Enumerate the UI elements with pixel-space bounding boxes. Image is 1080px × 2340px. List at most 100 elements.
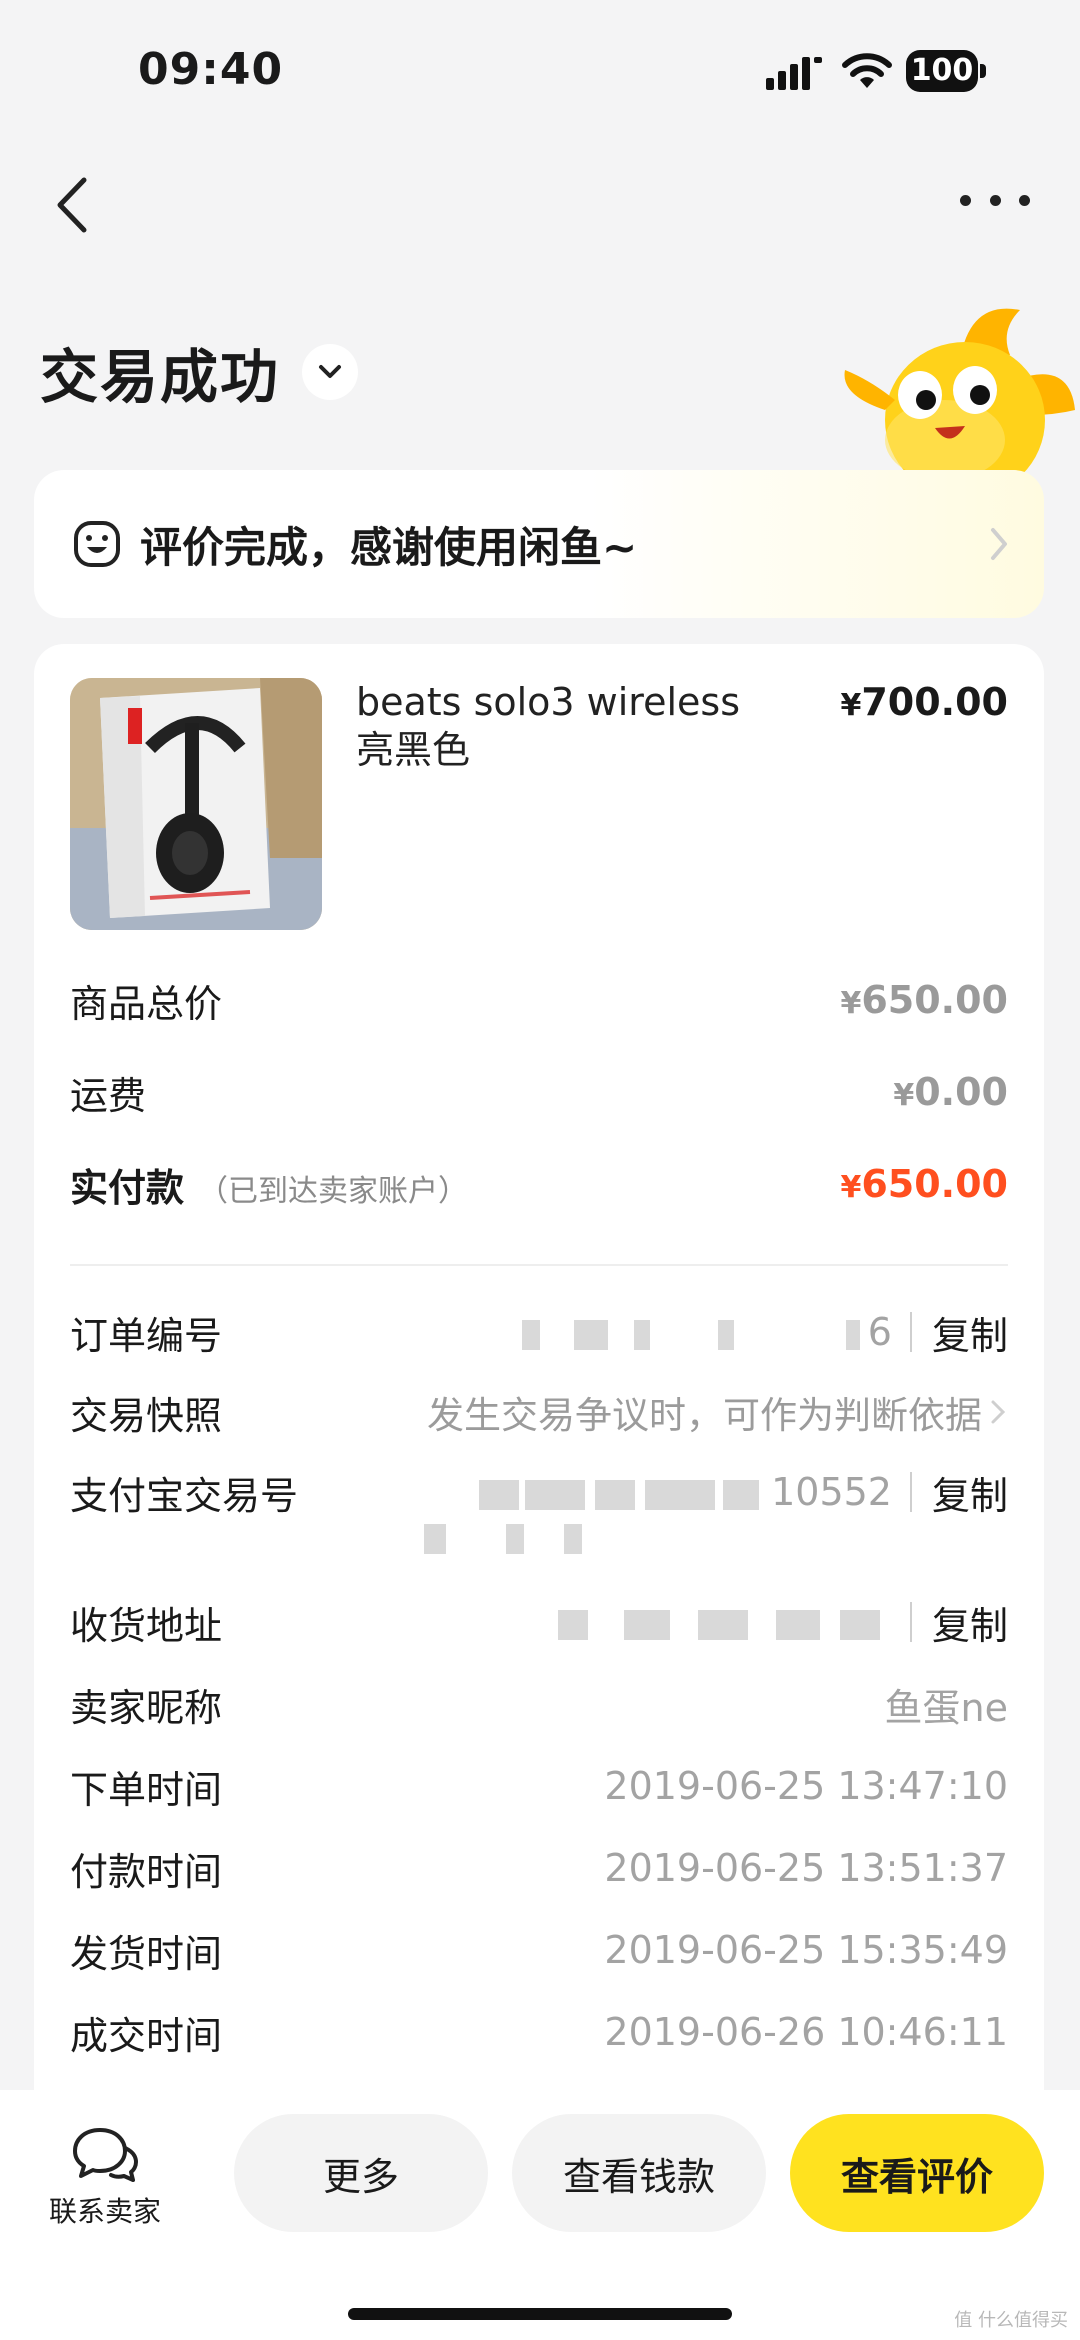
dot-icon: [960, 194, 971, 206]
payment-time-row: 付款时间 2019-06-25 13:51:37: [70, 1838, 1008, 1898]
chat-bubbles-icon: [73, 2128, 138, 2182]
view-review-button[interactable]: 查看评价: [790, 2114, 1044, 2232]
chevron-right-icon: [991, 1400, 1006, 1424]
more-options-button[interactable]: [960, 180, 1030, 220]
dot-icon: [989, 194, 1001, 206]
redaction-block: [697, 1609, 748, 1640]
copy-separator: [909, 1312, 912, 1352]
status-bar: 09:40 100: [0, 0, 1080, 140]
copy-separator: [909, 1472, 912, 1512]
copy-separator: [909, 1602, 912, 1642]
product-image[interactable]: [70, 678, 322, 930]
order-detail-page: 09:40 100 交易成功 评价完成，感谢使用闲鱼~ beats solo3 …: [0, 0, 1080, 2340]
copy-alipay-number: 复制: [909, 1465, 1008, 1520]
copy-button[interactable]: 复制: [932, 1305, 1008, 1360]
trade-snapshot-row[interactable]: 交易快照 发生交易争议时，可作为判断依据: [70, 1382, 1008, 1442]
ship-time-row: 发货时间 2019-06-25 15:35:49: [70, 1920, 1008, 1980]
redaction-block: [506, 1524, 524, 1554]
paid-note: （已到达卖家账户）: [198, 1173, 469, 1209]
redaction-block: [845, 1319, 860, 1350]
product-price-value: 700.00: [861, 680, 1008, 724]
watermark-text: 值 什么值得买: [954, 2310, 1068, 2331]
ship-time-label: 发货时间: [70, 1931, 223, 1976]
bottom-action-bar: 联系卖家 更多 查看钱款 查看评价: [0, 2090, 1080, 2340]
alipay-trade-number-row: 支付宝交易号 10552 复制: [70, 1462, 1008, 1522]
product-name[interactable]: beats solo3 wireless 亮黑色: [356, 678, 786, 774]
shipping-amount: 0.00: [914, 1070, 1008, 1114]
currency-symbol: ¥: [893, 1078, 915, 1113]
contact-seller-button[interactable]: 联系卖家: [40, 2124, 170, 2230]
smile-face-icon: [74, 521, 120, 567]
redaction-block: [525, 1479, 586, 1510]
copy-button[interactable]: 复制: [932, 1595, 1008, 1650]
paid-amount: 650.00: [861, 1162, 1008, 1206]
back-button[interactable]: [44, 170, 104, 240]
deal-time-value: 2019-06-26 10:46:11: [604, 2010, 1008, 2054]
chevron-right-icon: [991, 528, 1007, 560]
home-indicator: [348, 2308, 732, 2320]
seller-nickname-label: 卖家昵称: [70, 1685, 223, 1730]
goods-total-label: 商品总价: [70, 981, 223, 1026]
order-number-row: 订单编号 6 复制: [70, 1302, 1008, 1362]
goods-total-row: 商品总价 ¥650.00: [70, 970, 1008, 1030]
redaction-block: [723, 1479, 760, 1510]
battery-level: 100: [906, 50, 978, 92]
currency-symbol: ¥: [840, 986, 862, 1021]
currency-symbol: ¥: [840, 688, 862, 723]
order-time-label: 下单时间: [70, 1767, 223, 1812]
goods-total-amount: 650.00: [861, 978, 1008, 1022]
paid-label-wrap: 实付款 （已到达卖家账户）: [70, 1157, 468, 1212]
seller-nickname-row: 卖家昵称 鱼蛋ne: [70, 1674, 1008, 1734]
order-number-label: 订单编号: [70, 1313, 223, 1358]
divider: [70, 1264, 1008, 1266]
trade-snapshot-value: 发生交易争议时，可作为判断依据: [427, 1394, 982, 1437]
chevron-down-icon: [319, 365, 342, 378]
ship-time-value: 2019-06-25 15:35:49: [604, 1928, 1008, 1972]
shipping-value: ¥0.00: [893, 1070, 1008, 1114]
goods-total-value: ¥650.00: [840, 978, 1008, 1022]
page-title: 交易成功: [40, 343, 281, 411]
order-time-value: 2019-06-25 13:47:10: [604, 1764, 1008, 1808]
alipay-trade-number-tail: 10552: [771, 1470, 892, 1514]
redaction-block: [573, 1319, 608, 1350]
order-info-card: beats solo3 wireless 亮黑色 ¥700.00 商品总价 ¥6…: [34, 644, 1044, 2144]
notice-text: 评价完成，感谢使用闲鱼~: [140, 522, 638, 572]
more-button[interactable]: 更多: [234, 2114, 488, 2232]
trade-snapshot-label: 交易快照: [70, 1393, 223, 1438]
deal-time-label: 成交时间: [70, 2013, 223, 2058]
shipping-row: 运费 ¥0.00: [70, 1062, 1008, 1122]
alipay-trade-number-label: 支付宝交易号: [70, 1473, 299, 1518]
copy-button[interactable]: 复制: [932, 1465, 1008, 1520]
paid-value: ¥650.00: [840, 1162, 1008, 1206]
status-expand-button[interactable]: [302, 344, 359, 400]
alipay-redaction-extra: [424, 1524, 582, 1554]
contact-seller-label: 联系卖家: [48, 2195, 161, 2228]
redaction-block: [717, 1319, 734, 1350]
redaction-block: [521, 1319, 540, 1350]
product-price: ¥700.00: [840, 680, 1008, 724]
cellular-signal-icon: [766, 57, 822, 90]
redaction-block: [775, 1609, 820, 1640]
status-title-row: 交易成功: [40, 330, 359, 414]
shipping-address-label: 收货地址: [70, 1603, 223, 1648]
redaction-block: [557, 1609, 588, 1640]
seller-nickname-value: 鱼蛋ne: [884, 1685, 1008, 1730]
order-number-value: 6: [390, 1310, 892, 1354]
review-complete-banner[interactable]: 评价完成，感谢使用闲鱼~: [34, 470, 1044, 618]
order-time-row: 下单时间 2019-06-25 13:47:10: [70, 1756, 1008, 1816]
copy-address: 复制: [909, 1595, 1008, 1650]
deal-time-row: 成交时间 2019-06-26 10:46:11: [70, 2002, 1008, 2062]
payment-time-value: 2019-06-25 13:51:37: [604, 1846, 1008, 1890]
redaction-block: [595, 1479, 636, 1510]
shipping-address-row: 收货地址 复制: [70, 1592, 1008, 1652]
redaction-block: [424, 1524, 446, 1554]
view-payment-button[interactable]: 查看钱款: [512, 2114, 766, 2232]
redaction-block: [623, 1609, 670, 1640]
dot-icon: [1019, 194, 1030, 206]
paid-label: 实付款: [70, 1165, 185, 1210]
redaction-block: [633, 1319, 650, 1350]
battery-indicator: 100: [906, 50, 986, 94]
shipping-label: 运费: [70, 1073, 147, 1118]
battery-tip: [980, 64, 986, 78]
paid-row: 实付款 （已到达卖家账户） ¥650.00: [70, 1154, 1008, 1214]
